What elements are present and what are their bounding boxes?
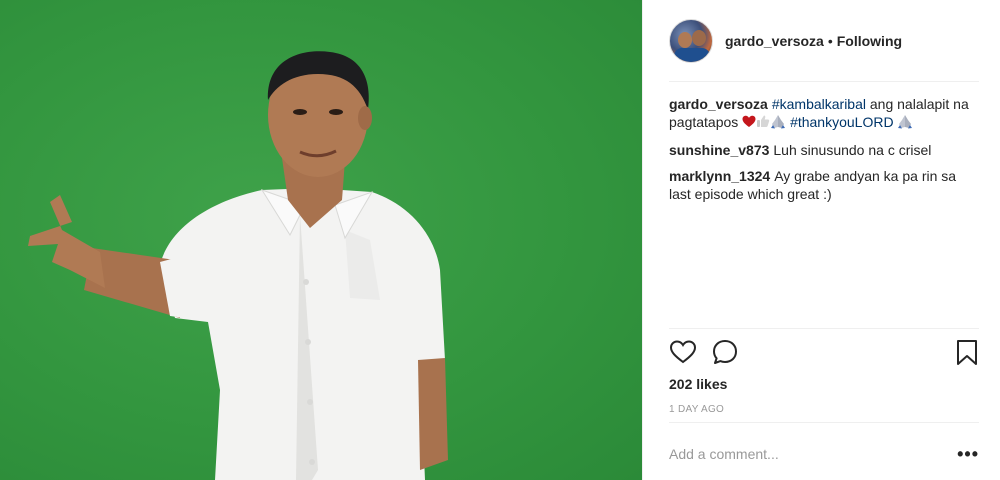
header-separator: • — [827, 33, 833, 49]
heart-icon[interactable] — [669, 338, 697, 366]
post-timestamp[interactable]: 1 DAY AGO — [669, 404, 724, 415]
praying-hands-icon — [897, 114, 913, 133]
action-bar — [669, 338, 979, 368]
comment-item: marklynn_1324 Ay grabe andyan ka pa rin s… — [669, 167, 979, 203]
likes-count[interactable]: 202 likes — [669, 376, 727, 392]
post-sidebar: gardo_versoza • Following gardo_versoza #… — [642, 0, 1000, 480]
comment-icon[interactable] — [711, 338, 739, 366]
more-options-button[interactable]: ••• — [957, 444, 979, 465]
comment-divider — [669, 422, 979, 423]
comment-username[interactable]: marklynn_1324 — [669, 168, 770, 184]
post-author-username[interactable]: gardo_versoza — [725, 33, 824, 49]
add-comment-input[interactable] — [669, 446, 929, 462]
actions-divider — [669, 328, 979, 329]
header-divider — [669, 81, 979, 82]
red-heart-icon — [742, 114, 756, 132]
hashtag-link[interactable]: #thankyouLORD — [790, 114, 894, 130]
comment-item: gardo_versoza #kambalkaribal ang nalalapi… — [669, 95, 979, 133]
man-in-white-shirt-photo — [28, 51, 448, 480]
comment-text: Luh sinusundo na c crisel — [773, 141, 932, 158]
post-header: gardo_versoza • Following — [669, 16, 979, 66]
comment-list: gardo_versoza #kambalkaribal ang nalalapi… — [669, 95, 979, 211]
post-photo[interactable] — [0, 0, 642, 480]
bookmark-icon[interactable] — [953, 338, 981, 366]
add-comment-bar: ••• — [669, 436, 979, 472]
following-button[interactable]: Following — [837, 33, 902, 49]
comment-username[interactable]: gardo_versoza — [669, 96, 768, 112]
comment-item: sunshine_v873 Luh sinusundo na c crisel — [669, 141, 979, 159]
hashtag-link[interactable]: #kambalkaribal — [772, 96, 866, 112]
praying-hands-icon — [770, 114, 786, 133]
avatar[interactable] — [669, 19, 713, 63]
thumbs-up-icon — [756, 114, 770, 132]
comment-username[interactable]: sunshine_v873 — [669, 142, 769, 158]
